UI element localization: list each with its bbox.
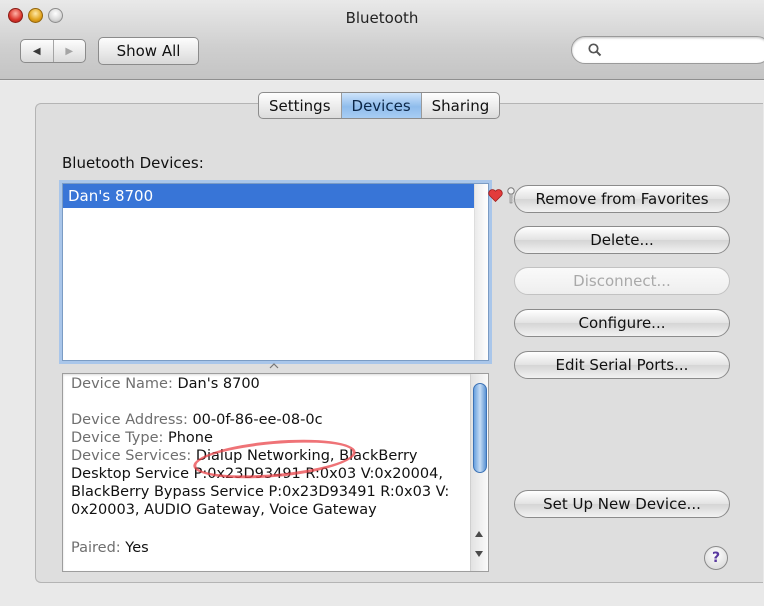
search-icon xyxy=(588,43,602,57)
services-line: BlackBerry Bypass Service P:0x23D93491 R… xyxy=(71,484,450,500)
edit-serial-ports-button[interactable]: Edit Serial Ports... xyxy=(514,351,730,379)
show-all-button[interactable]: Show All xyxy=(98,37,199,65)
device-list-scrollbar[interactable] xyxy=(474,184,488,360)
scroll-thumb[interactable] xyxy=(473,383,487,473)
help-button[interactable]: ? xyxy=(704,546,728,570)
title-toolbar: Bluetooth ◀ ▶ Show All xyxy=(0,0,764,80)
bluetooth-preferences-window: Bluetooth ◀ ▶ Show All Settings Devices … xyxy=(0,0,764,606)
paired-value: Yes xyxy=(125,540,149,556)
heart-icon xyxy=(488,189,503,202)
set-up-new-device-button[interactable]: Set Up New Device... xyxy=(514,490,730,518)
configure-button[interactable]: Configure... xyxy=(514,309,730,337)
tab-bar: Settings Devices Sharing xyxy=(258,92,501,119)
device-type-value: Phone xyxy=(168,430,213,446)
search-field[interactable] xyxy=(571,36,764,64)
device-list[interactable]: Dan's 8700 xyxy=(62,183,515,361)
window-title: Bluetooth xyxy=(345,9,419,27)
remove-from-favorites-button[interactable]: Remove from Favorites xyxy=(514,185,730,213)
device-name-value: Dan's 8700 xyxy=(177,376,260,392)
details-scrollbar[interactable] xyxy=(470,374,488,571)
scroll-up-arrow-icon[interactable] xyxy=(475,531,483,537)
splitter-grip-icon[interactable] xyxy=(269,363,279,369)
device-name: Dan's 8700 xyxy=(68,187,154,205)
back-forward-control: ◀ ▶ xyxy=(20,39,86,63)
device-services-label: Device Services: xyxy=(71,448,192,464)
delete-button[interactable]: Delete... xyxy=(514,226,730,254)
scroll-down-arrow-icon[interactable] xyxy=(475,551,483,557)
device-address-value: 00-0f-86-ee-08-0c xyxy=(192,412,323,428)
tab-sharing[interactable]: Sharing xyxy=(420,93,500,118)
device-name-label: Device Name: xyxy=(71,376,173,392)
list-item[interactable]: Dan's 8700 xyxy=(63,184,515,208)
preferences-content: Settings Devices Sharing Bluetooth Devic… xyxy=(0,81,764,606)
tab-settings[interactable]: Settings xyxy=(259,93,341,118)
forward-arrow-icon[interactable]: ▶ xyxy=(52,40,86,62)
device-type-label: Device Type: xyxy=(71,430,164,446)
disconnect-button[interactable]: Disconnect... xyxy=(514,267,730,295)
tab-devices[interactable]: Devices xyxy=(340,93,421,118)
back-arrow-icon[interactable]: ◀ xyxy=(21,40,53,62)
bluetooth-devices-label: Bluetooth Devices: xyxy=(62,154,204,172)
services-line: 0x20003, AUDIO Gateway, Voice Gateway xyxy=(71,502,377,518)
paired-label: Paired: xyxy=(71,540,121,556)
device-address-label: Device Address: xyxy=(71,412,188,428)
